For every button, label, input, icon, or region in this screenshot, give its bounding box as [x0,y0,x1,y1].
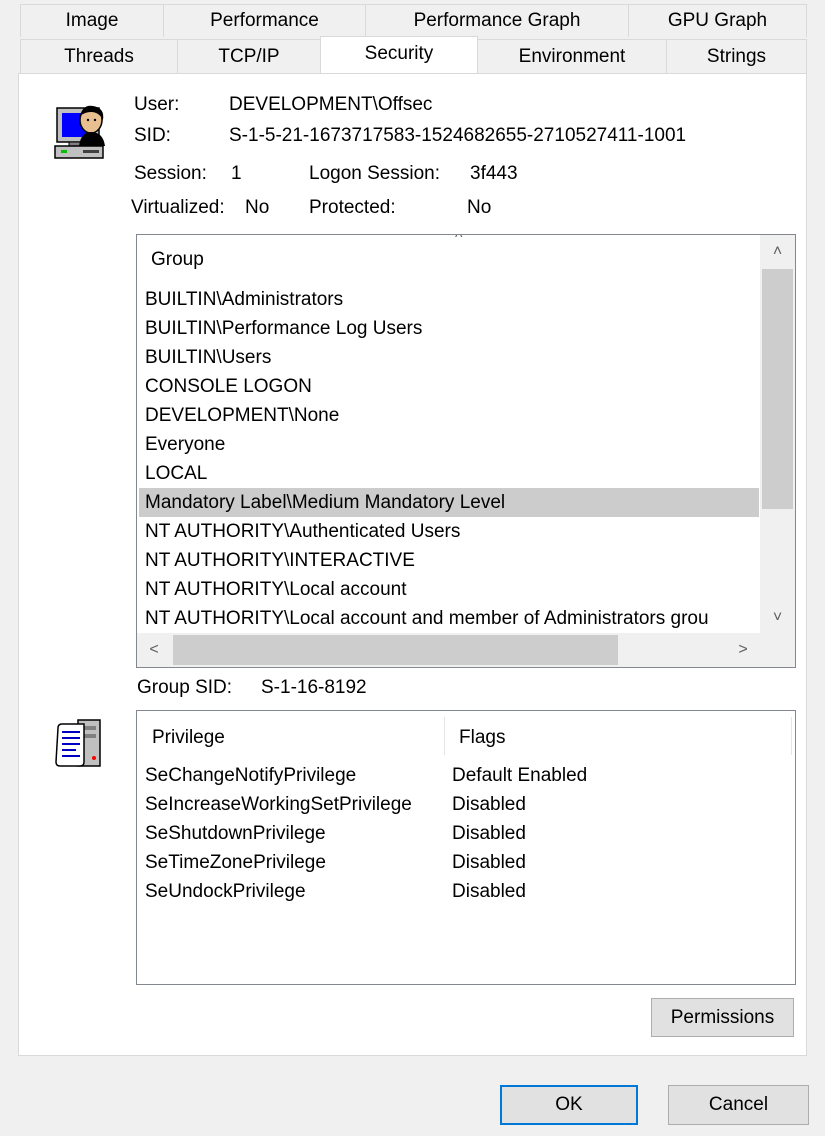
scrollbar-corner [760,633,795,667]
virtualized-label: Virtualized: [131,197,225,218]
scroll-right-icon[interactable]: > [726,633,760,667]
sid-value[interactable]: S-1-5-21-1673717583-1524682655-271052741… [229,125,686,147]
group-sid-label: Group SID: [137,677,233,698]
group-row[interactable]: LOCAL [139,459,759,488]
cancel-button[interactable]: Cancel [668,1085,809,1125]
flags-column-header[interactable]: Flags [459,727,505,749]
user-computer-icon [54,105,105,159]
tab-image[interactable]: Image [20,4,164,37]
session-value: 1 [231,163,242,184]
vertical-scroll-thumb[interactable] [762,269,793,509]
privilege-flags: Disabled [452,794,526,815]
tab-tcpip[interactable]: TCP/IP [177,39,321,73]
group-row[interactable]: NT AUTHORITY\Local account and member of… [139,604,759,633]
group-row[interactable]: Everyone [139,430,759,459]
privilege-list[interactable]: Privilege Flags SeChangeNotifyPrivilege D… [136,710,796,985]
privilege-scroll-server-icon [55,719,101,767]
scroll-down-icon[interactable]: ˅ [760,601,795,635]
protected-value: No [467,197,492,218]
protected-label: Protected: [309,197,396,218]
tab-security[interactable]: Security [320,36,478,73]
group-row[interactable]: NT AUTHORITY\Authenticated Users [139,517,759,546]
security-panel: User: DEVELOPMENT\Offsec SID: S-1-5-21-1… [18,73,807,1056]
horizontal-scroll-thumb[interactable] [173,635,618,665]
virtualized-value: No [245,197,270,218]
tab-gpu-graph[interactable]: GPU Graph [628,4,807,37]
sort-ascending-icon: ^ [455,234,463,246]
privilege-flags: Disabled [452,852,526,873]
ok-button[interactable]: OK [500,1085,638,1125]
scroll-left-icon[interactable]: < [137,633,171,667]
tab-environment[interactable]: Environment [477,39,667,73]
group-list[interactable]: ^ Group BUILTIN\Administrators BUILTIN\Pe… [136,234,796,668]
group-row[interactable]: DEVELOPMENT\None [139,401,759,430]
group-vertical-scrollbar[interactable]: ˄ ˅ [760,235,795,635]
group-row[interactable]: Mandatory Label\Medium Mandatory Level [139,488,759,517]
permissions-button[interactable]: Permissions [651,998,794,1037]
group-horizontal-scrollbar[interactable]: < > [137,633,760,667]
logon-session-label: Logon Session: [309,163,440,184]
group-column-header[interactable]: Group [151,249,204,271]
privilege-name[interactable]: SeChangeNotifyPrivilege [145,761,356,790]
privilege-name[interactable]: SeIncreaseWorkingSetPrivilege [145,790,412,819]
tab-threads[interactable]: Threads [20,39,178,73]
tab-performance[interactable]: Performance [163,4,366,37]
privilege-name[interactable]: SeTimeZonePrivilege [145,848,326,877]
privilege-flags: Disabled [452,823,526,844]
group-row[interactable]: BUILTIN\Administrators [139,285,759,314]
column-divider[interactable] [444,717,445,755]
logon-session-value: 3f443 [470,163,518,184]
tab-strings[interactable]: Strings [666,39,807,73]
privilege-name[interactable]: SeUndockPrivilege [145,877,306,906]
privilege-name[interactable]: SeShutdownPrivilege [145,819,326,848]
privilege-flags: Default Enabled [452,765,588,786]
group-row[interactable]: NT AUTHORITY\INTERACTIVE [139,546,759,575]
group-row[interactable]: CONSOLE LOGON [139,372,759,401]
group-row[interactable]: NT AUTHORITY\Local account [139,575,759,604]
scroll-up-icon[interactable]: ˄ [760,235,795,269]
user-value: DEVELOPMENT\Offsec [229,94,433,115]
privilege-column-header[interactable]: Privilege [152,727,225,749]
session-label: Session: [134,163,207,184]
privilege-flags: Disabled [452,881,526,902]
group-sid-value: S-1-16-8192 [261,677,367,698]
group-row[interactable]: BUILTIN\Performance Log Users [139,314,759,343]
column-divider-end [791,717,792,755]
sid-label: SID: [134,125,171,146]
group-row[interactable]: BUILTIN\Users [139,343,759,372]
tab-performance-graph[interactable]: Performance Graph [365,4,629,37]
user-label: User: [134,94,180,115]
